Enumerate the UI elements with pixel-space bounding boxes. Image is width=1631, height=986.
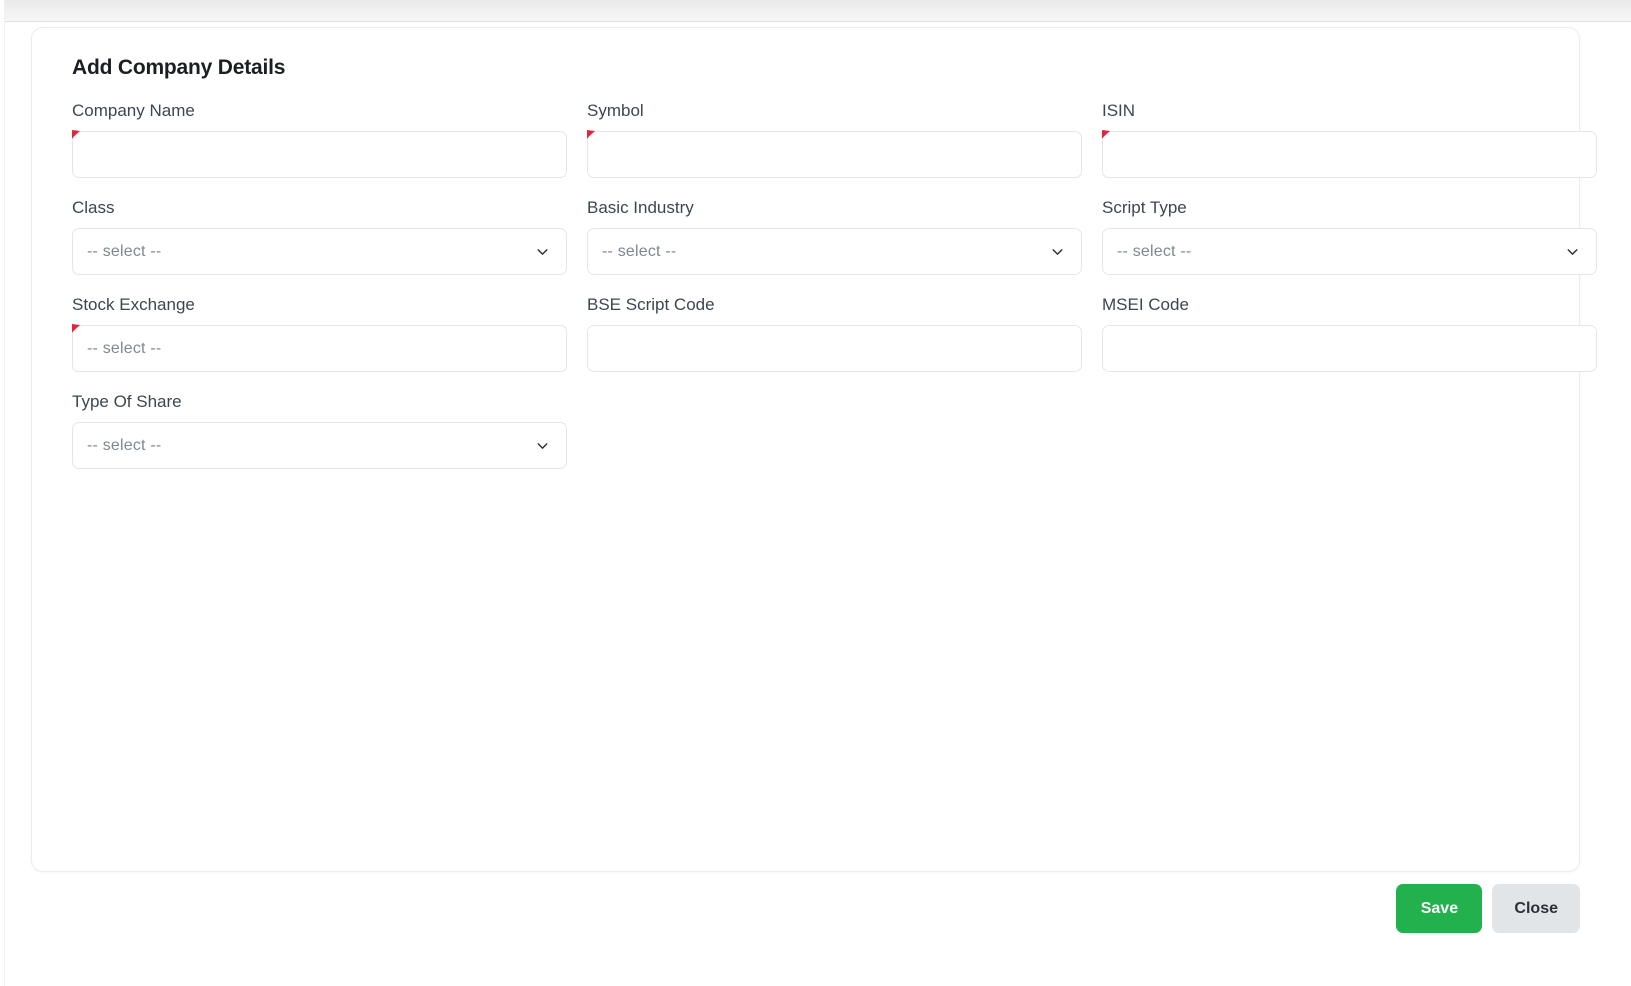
isin-input[interactable]	[1102, 131, 1597, 178]
window-top-strip	[0, 0, 1631, 22]
control-wrap-class: -- select --	[72, 228, 567, 275]
control-wrap-type-of-share: -- select --	[72, 422, 567, 469]
label-type-of-share: Type Of Share	[72, 392, 182, 411]
control-wrap-bse-script-code	[587, 325, 1082, 372]
page-title: Add Company Details	[72, 56, 286, 79]
label-stock-exchange: Stock Exchange	[72, 295, 195, 314]
company-details-form: Company Name Symbol ISIN Class -- select -- B…	[52, 99, 1597, 487]
basic-industry-select[interactable]: -- select --	[587, 228, 1082, 275]
add-company-details-card: Add Company Details Company Name Symbol IS…	[31, 27, 1597, 872]
field-class: Class -- select --	[72, 196, 567, 275]
stock-exchange-select[interactable]: -- select --	[72, 325, 567, 372]
field-company-name: Company Name	[72, 99, 567, 178]
control-wrap-isin	[1102, 130, 1597, 178]
class-select[interactable]: -- select --	[72, 228, 567, 275]
label-class: Class	[72, 198, 115, 217]
form-actions-footer: Save Close	[0, 884, 1631, 954]
field-bse-script-code: BSE Script Code	[587, 293, 1082, 372]
field-msei-code: MSEI Code	[1102, 293, 1597, 372]
close-button[interactable]: Close	[1492, 884, 1580, 933]
control-wrap-basic-industry: -- select --	[587, 228, 1082, 275]
control-wrap-symbol	[587, 130, 1082, 178]
field-type-of-share: Type Of Share -- select --	[72, 390, 567, 469]
save-button[interactable]: Save	[1396, 884, 1483, 933]
msei-code-input[interactable]	[1102, 325, 1597, 372]
control-wrap-script-type: -- select --	[1102, 228, 1597, 275]
field-isin: ISIN	[1102, 99, 1597, 178]
type-of-share-select[interactable]: -- select --	[72, 422, 567, 469]
label-isin: ISIN	[1102, 101, 1136, 120]
control-wrap-stock-exchange: -- select --	[72, 324, 567, 372]
label-company-name: Company Name	[72, 101, 195, 120]
field-basic-industry: Basic Industry -- select --	[587, 196, 1082, 275]
label-script-type: Script Type	[1102, 198, 1187, 217]
label-symbol: Symbol	[587, 101, 644, 120]
field-symbol: Symbol	[587, 99, 1082, 178]
field-stock-exchange: Stock Exchange -- select --	[72, 293, 567, 372]
label-basic-industry: Basic Industry	[587, 198, 694, 217]
label-msei-code: MSEI Code	[1102, 295, 1189, 314]
control-wrap-company-name	[72, 130, 567, 178]
symbol-input[interactable]	[587, 131, 1082, 178]
bse-script-code-input[interactable]	[587, 325, 1082, 372]
label-bse-script-code: BSE Script Code	[587, 295, 715, 314]
script-type-select[interactable]: -- select --	[1102, 228, 1597, 275]
company-name-input[interactable]	[72, 131, 567, 178]
field-script-type: Script Type -- select --	[1102, 196, 1597, 275]
control-wrap-msei-code	[1102, 325, 1597, 372]
window-left-rail	[0, 0, 5, 986]
